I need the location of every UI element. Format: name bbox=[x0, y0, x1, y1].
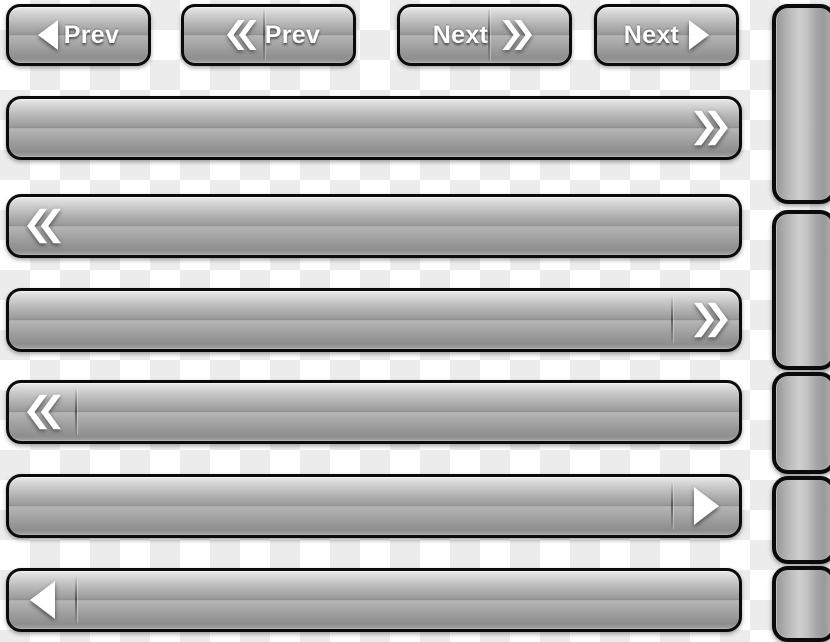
bar-next-triangle[interactable] bbox=[6, 474, 742, 538]
bar-prev-triangle[interactable] bbox=[6, 568, 742, 632]
double-chevron-right-icon bbox=[490, 15, 536, 55]
bar-prev-chevrons-plain[interactable] bbox=[6, 194, 742, 258]
triangle-left-icon bbox=[9, 581, 75, 619]
next-triangle-button-label: Next bbox=[623, 20, 680, 49]
prev-chevrons-button-label: Prev bbox=[264, 20, 321, 49]
prev-chevrons-button[interactable]: Prev bbox=[181, 4, 356, 66]
side-pill-1[interactable] bbox=[772, 4, 830, 204]
next-chevrons-button[interactable]: Next bbox=[397, 4, 572, 66]
prev-triangle-button[interactable]: Prev bbox=[6, 4, 151, 66]
side-pill-5[interactable] bbox=[772, 566, 830, 642]
next-triangle-button[interactable]: Next bbox=[594, 4, 739, 66]
double-chevron-left-icon bbox=[9, 203, 75, 249]
prev-triangle-button-label: Prev bbox=[63, 20, 120, 49]
side-pill-4[interactable] bbox=[772, 476, 830, 564]
bar-prev-triangle-divider bbox=[75, 577, 77, 623]
triangle-right-icon bbox=[673, 487, 739, 525]
double-chevron-left-icon bbox=[217, 15, 263, 55]
next-chevrons-button-label: Next bbox=[432, 20, 489, 49]
side-pill-3[interactable] bbox=[772, 372, 830, 474]
double-chevron-left-icon bbox=[9, 389, 75, 435]
bar-next-chevrons-divided[interactable] bbox=[6, 288, 742, 352]
triangle-right-icon bbox=[689, 20, 710, 50]
triangle-left-icon bbox=[37, 20, 58, 50]
double-chevron-right-icon bbox=[673, 297, 739, 343]
side-pill-2[interactable] bbox=[772, 210, 830, 370]
double-chevron-right-icon bbox=[673, 105, 739, 151]
bar-prev-chevrons-divider bbox=[75, 389, 77, 435]
bar-next-chevrons-plain[interactable] bbox=[6, 96, 742, 160]
bar-prev-chevrons-divided[interactable] bbox=[6, 380, 742, 444]
button-sprite-sheet: Prev Prev Next Next bbox=[0, 0, 830, 642]
